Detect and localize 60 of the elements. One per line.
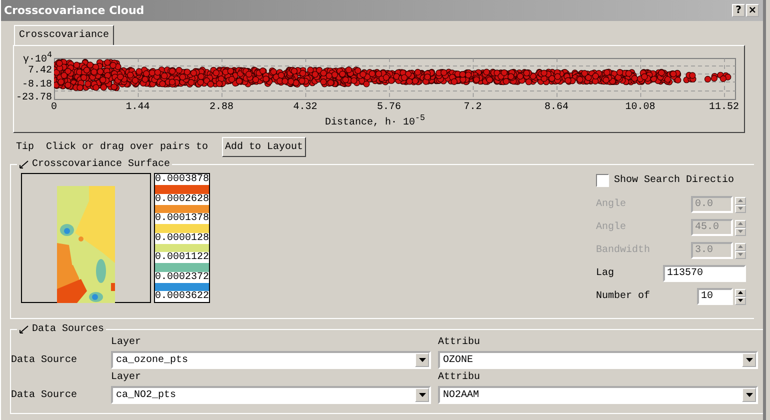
field-label: Angle [596, 222, 626, 233]
legend-label: 0.0002372 [155, 272, 209, 282]
tick-label: 1.44 [126, 102, 150, 113]
dropdown-arrow-icon [746, 358, 752, 362]
tick-label: 11.52 [709, 102, 739, 113]
tip-label: Tip [16, 142, 34, 152]
row-label: Data Source [11, 390, 78, 400]
number-field[interactable]: 10 [697, 288, 733, 305]
group-title: Data Sources [32, 324, 104, 335]
field-label: Lag [596, 268, 614, 279]
dropdown-arrow-icon [418, 358, 426, 362]
attribute-dropdown[interactable]: OZONE [438, 351, 758, 369]
field-label: Layer [111, 371, 142, 385]
collapse-icon[interactable] [19, 160, 29, 169]
tick-label: 2.88 [210, 102, 234, 113]
dropdown-arrow-icon [746, 393, 752, 397]
layer-dropdown[interactable]: ca_NO2_pts [111, 386, 431, 404]
row-label: Data Source [11, 354, 78, 366]
spin-up-button[interactable] [735, 288, 746, 296]
dropdown-arrow-icon [418, 393, 426, 397]
layer-dropdown[interactable]: ca_ozone_pts [111, 351, 431, 369]
field-label: Number of [596, 291, 650, 302]
group-title: Crosscovariance Surface [32, 159, 170, 170]
attribute-dropdown[interactable]: NO2AAM [438, 386, 758, 404]
down-arrow-icon [738, 230, 743, 233]
tick-label: 4.32 [293, 102, 318, 113]
field-label: Attribu [438, 370, 482, 385]
tick-label: 10.08 [625, 102, 656, 113]
help-button[interactable]: ? [732, 4, 745, 17]
add-to-layout-button[interactable]: Add to Layout [222, 137, 306, 157]
field-label: Angle [596, 199, 626, 210]
field-label: Attribu [438, 336, 482, 350]
legend-label: 0.0000128 [155, 232, 209, 244]
checkbox-label: Show Search Directio [614, 175, 734, 186]
axis-title: γ·10$^{4}$ [23, 50, 52, 66]
tick-label: 7.42 [28, 66, 52, 76]
axis-title: Distance, h· 10$^{-5}$ [324, 113, 425, 128]
up-arrow-icon [738, 245, 743, 248]
tip-text: Click or drag over pairs to [46, 142, 208, 152]
down-arrow-icon [738, 253, 743, 256]
checkbox[interactable] [596, 174, 609, 187]
close-button[interactable]: × [746, 4, 759, 17]
tick-label: -23.78 [16, 92, 52, 104]
tick-label: 8.64 [544, 102, 568, 113]
tick-label: 7.2 [464, 102, 482, 113]
collapse-icon[interactable] [19, 325, 29, 334]
down-arrow-icon [738, 207, 743, 210]
text-field[interactable]: 113570 [663, 265, 746, 282]
window-title: Crosscovariance Cloud [4, 4, 144, 17]
tab[interactable]: Crosscovariance [14, 25, 114, 45]
down-arrow-icon [738, 299, 743, 302]
tick-label: 0 [51, 102, 57, 113]
tick-label: 5.76 [377, 102, 401, 113]
field-label: Layer [111, 336, 142, 350]
up-arrow-icon [738, 199, 743, 202]
tick-label: -8.18 [22, 80, 52, 90]
up-arrow-icon [738, 222, 743, 225]
legend-label: 0.0002628 [155, 194, 209, 204]
field-label: Bandwidth [596, 245, 650, 256]
up-arrow-icon [738, 291, 743, 294]
